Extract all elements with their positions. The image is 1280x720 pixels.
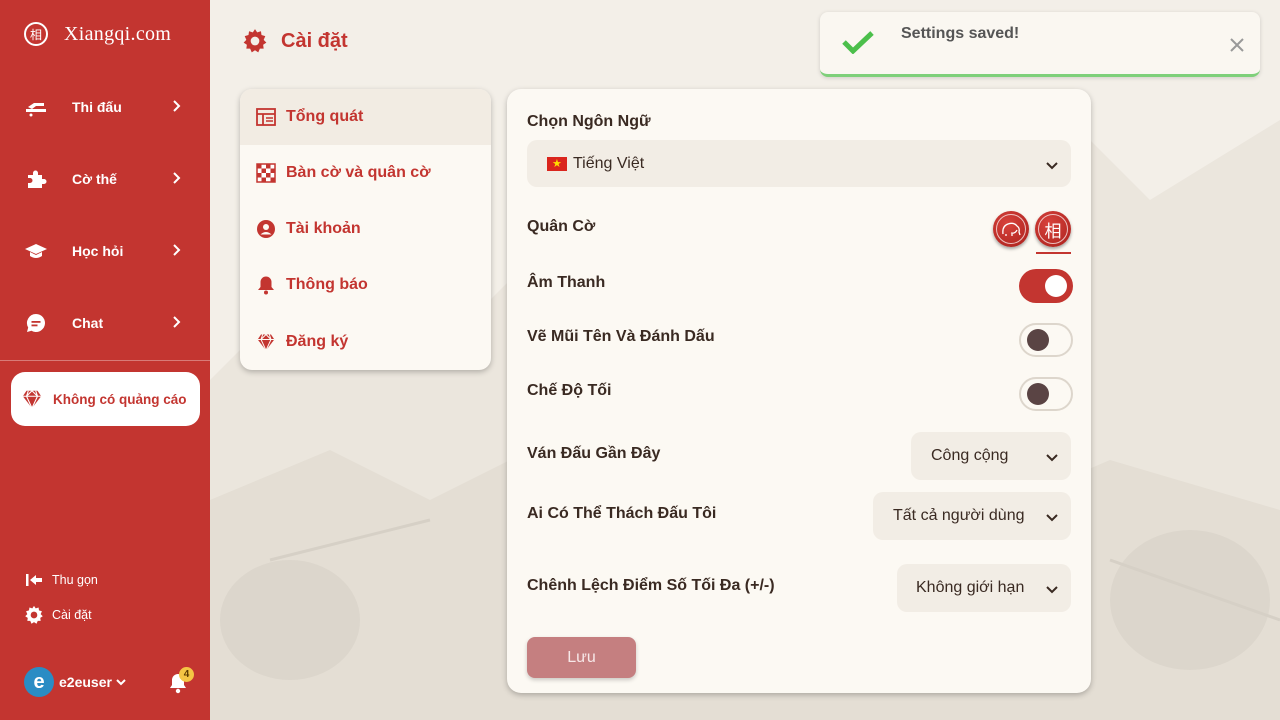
- puzzle-icon: [28, 170, 47, 188]
- checkerboard-icon: [256, 163, 276, 183]
- chevron-right-icon: [173, 244, 181, 256]
- logo-mark: 相: [24, 22, 48, 46]
- sidebar-item-chat[interactable]: Chat: [0, 301, 210, 345]
- no-ads-label: Không có quảng cáo: [53, 391, 187, 407]
- arrows-toggle[interactable]: [1019, 323, 1073, 357]
- challenge-value: Tất cả người dùng: [893, 507, 1025, 524]
- save-button[interactable]: Lưu: [527, 637, 636, 678]
- tournament-icon: [26, 103, 46, 117]
- language-value: Tiếng Việt: [573, 154, 645, 172]
- toggle-knob: [1027, 383, 1049, 405]
- success-toast: Settings saved!: [820, 12, 1260, 77]
- logo-text: Xiangqi.com: [64, 22, 172, 45]
- bell-icon: [258, 276, 274, 295]
- elephant-glyph: [1002, 222, 1021, 236]
- checkmark-icon: [842, 31, 874, 54]
- max-rating-diff-value: Không giới hạn: [916, 579, 1025, 596]
- piece-style-western-option[interactable]: [993, 211, 1029, 247]
- page-title: Cài đặt: [242, 28, 348, 54]
- pieces-label: Quân Cờ: [527, 218, 596, 235]
- menu-item-general[interactable]: Tổng quát: [240, 89, 491, 145]
- menu-item-subscription[interactable]: Đăng ký: [240, 314, 491, 370]
- username: e2euser: [59, 674, 112, 690]
- no-ads-button[interactable]: Không có quảng cáo: [11, 372, 200, 426]
- sidebar-item-play[interactable]: Thi đấu: [0, 85, 210, 129]
- challenge-select[interactable]: Tất cả người dùng: [873, 492, 1071, 540]
- collapse-icon: [26, 574, 42, 586]
- menu-item-label: Bàn cờ và quân cờ: [286, 164, 431, 181]
- menu-item-board-pieces[interactable]: Bàn cờ và quân cờ: [240, 145, 491, 201]
- collapse-label: Thu gọn: [52, 573, 98, 587]
- max-rating-diff-select[interactable]: Không giới hạn: [897, 564, 1071, 612]
- sidebar-item-label: Chat: [72, 315, 104, 331]
- chevron-down-icon: [1046, 586, 1058, 594]
- diamond-icon: [22, 389, 42, 410]
- sidebar-item-puzzles[interactable]: Cờ thế: [0, 157, 210, 201]
- dark-mode-toggle[interactable]: [1019, 377, 1073, 411]
- notification-count-badge: 4: [179, 667, 194, 682]
- menu-item-label: Đăng ký: [286, 333, 349, 350]
- settings-link-label: Cài đặt: [52, 608, 92, 622]
- menu-item-label: Thông báo: [286, 276, 368, 293]
- sidebar-item-label: Thi đấu: [72, 99, 122, 115]
- toggle-knob: [1045, 275, 1067, 297]
- challenge-label: Ai Có Thể Thách Đấu Tôi: [527, 505, 717, 522]
- settings-link[interactable]: Cài đặt: [24, 605, 92, 625]
- sidebar: 相 Xiangqi.com Thi đấu Cờ thế Học hỏi Cha…: [0, 0, 210, 720]
- menu-item-notifications[interactable]: Thông báo: [240, 257, 491, 313]
- piece-glyph: 相: [1038, 214, 1068, 244]
- settings-menu: Tổng quát Bàn cờ và quân cờ Tài khoản Th…: [240, 89, 491, 370]
- diamond-icon: [257, 333, 275, 352]
- chevron-down-icon: [1046, 514, 1058, 522]
- layout-icon: [256, 108, 276, 126]
- recent-games-value: Công cộng: [931, 447, 1009, 464]
- chat-icon: [26, 314, 45, 332]
- sidebar-item-label: Cờ thế: [72, 171, 117, 187]
- menu-item-label: Tài khoản: [286, 220, 361, 237]
- save-button-label: Lưu: [567, 648, 596, 666]
- user-circle-icon: [257, 220, 275, 238]
- piece-style-chinese-option[interactable]: 相: [1035, 211, 1071, 247]
- sidebar-item-learn[interactable]: Học hỏi: [0, 229, 210, 273]
- chevron-down-icon: [116, 679, 126, 686]
- sidebar-divider: [0, 360, 210, 361]
- vietnam-flag-icon: ★: [547, 156, 567, 171]
- menu-item-account[interactable]: Tài khoản: [240, 201, 491, 257]
- recent-games-select[interactable]: Công cộng: [911, 432, 1071, 480]
- recent-games-label: Ván Đấu Gần Đây: [527, 445, 661, 462]
- dark-mode-label: Chế Độ Tối: [527, 382, 612, 399]
- close-icon[interactable]: [1229, 37, 1245, 53]
- logo[interactable]: 相 Xiangqi.com: [24, 22, 171, 46]
- chevron-right-icon: [173, 172, 181, 184]
- graduation-cap-icon: [25, 244, 47, 258]
- sound-toggle[interactable]: [1019, 269, 1073, 303]
- language-select[interactable]: ★ Tiếng Việt: [527, 140, 1071, 187]
- chevron-right-icon: [173, 316, 181, 328]
- general-settings-panel: Chọn Ngôn Ngữ ★ Tiếng Việt Quân Cờ 相 Âm …: [507, 89, 1091, 693]
- gear-icon: [25, 605, 43, 624]
- user-menu[interactable]: e e2euser: [24, 667, 127, 697]
- sound-label: Âm Thanh: [527, 274, 606, 291]
- elephant-icon: [996, 214, 1026, 244]
- gear-icon: [243, 29, 267, 53]
- chevron-down-icon: [1046, 454, 1058, 462]
- toast-message: Settings saved!: [901, 25, 1020, 42]
- sidebar-item-label: Học hỏi: [72, 243, 124, 259]
- max-rating-diff-label: Chênh Lệch Điểm Số Tối Đa (+/-): [527, 577, 775, 594]
- chevron-right-icon: [173, 100, 181, 112]
- chevron-down-icon: [1046, 162, 1058, 170]
- page-title-text: Cài đặt: [281, 29, 348, 52]
- arrows-label: Vẽ Mũi Tên Và Đánh Dấu: [527, 328, 715, 345]
- collapse-sidebar-button[interactable]: Thu gọn: [24, 570, 98, 590]
- menu-item-label: Tổng quát: [286, 108, 364, 125]
- language-label: Chọn Ngôn Ngữ: [527, 113, 651, 130]
- avatar: e: [24, 667, 54, 697]
- selected-piece-indicator: [1036, 252, 1071, 254]
- toggle-knob: [1027, 329, 1049, 351]
